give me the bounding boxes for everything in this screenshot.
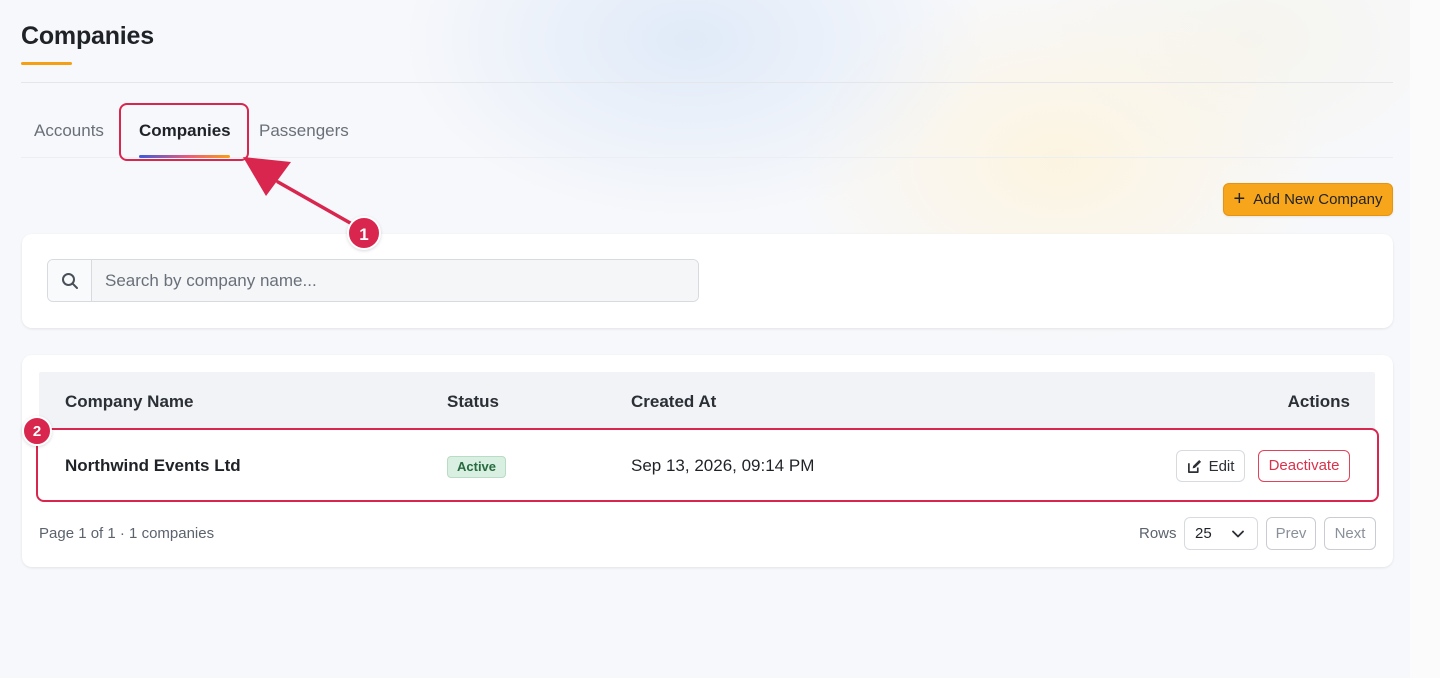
tab-passengers[interactable]: Passengers [259,100,349,158]
column-header-actions: Actions [1287,392,1350,411]
column-header-status: Status [447,392,499,411]
pagination-info: Page 1 of 1 · 1 companies [39,525,215,542]
annotation-badge-2: 2 [22,416,52,446]
add-new-company-button[interactable]: + Add New Company [1223,183,1393,216]
tab-companies[interactable]: Companies [139,100,231,158]
tab-accounts[interactable]: Accounts [34,100,104,158]
search-icon[interactable] [48,260,92,301]
title-divider [21,82,1393,83]
chevron-down-icon [1232,530,1244,537]
right-edge-strip [1410,0,1440,678]
table-row[interactable]: Northwind Events Ltd Active Sep 13, 2026… [39,430,1375,502]
rows-per-page-value: 25 [1195,525,1212,542]
companies-table-card: Company Name Status Created At Actions N… [22,355,1393,567]
column-header-created-at: Created At [631,392,717,411]
search-card [22,234,1393,328]
page-title: Companies [21,22,154,50]
company-name-cell: Northwind Events Ltd [65,456,241,475]
title-underline [21,62,72,65]
deactivate-button[interactable]: Deactivate [1258,450,1350,482]
rows-label: Rows [1139,525,1177,542]
active-tab-indicator [139,155,230,158]
plus-icon: + [1233,187,1246,210]
next-page-button[interactable]: Next [1324,517,1376,550]
created-at-cell: Sep 13, 2026, 09:14 PM [631,456,815,475]
rows-per-page-select[interactable]: 25 [1184,517,1258,550]
tab-bar: Accounts Companies Passengers [21,100,1393,158]
status-badge: Active [447,456,507,478]
search-input[interactable] [92,260,698,301]
edit-icon [1187,459,1201,473]
search-box [47,259,699,302]
edit-button[interactable]: Edit [1176,450,1245,482]
table-header: Company Name Status Created At Actions [39,372,1375,430]
column-header-company-name: Company Name [65,392,194,411]
annotation-badge-1: 1 [347,216,381,250]
add-new-company-label: Add New Company [1253,191,1383,208]
prev-page-button[interactable]: Prev [1266,517,1316,550]
edit-label: Edit [1208,457,1235,475]
